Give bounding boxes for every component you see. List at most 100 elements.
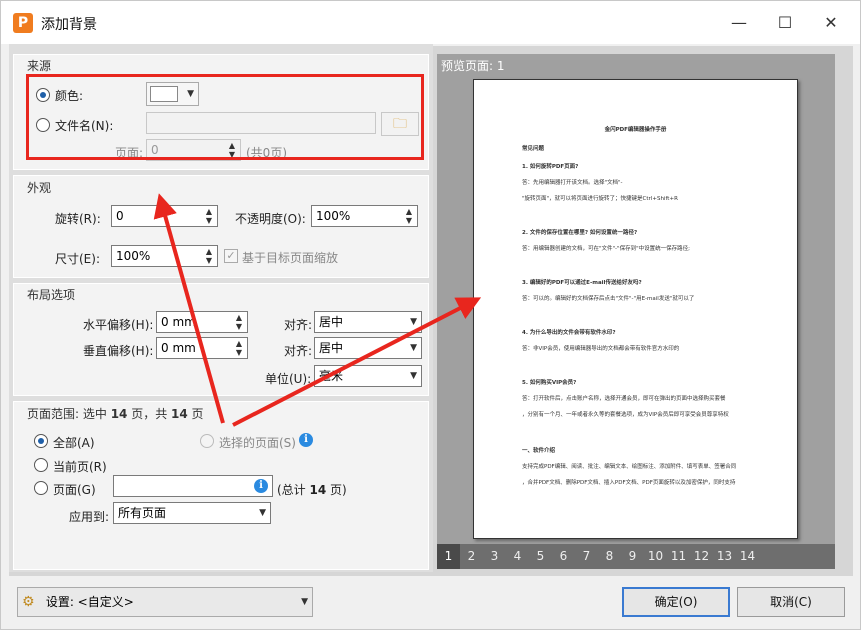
size-label: 尺寸(E): [55, 252, 100, 266]
v-offset-spinner[interactable]: 0 mm ▲ ▼ [156, 337, 248, 359]
layout-heading: 布局选项 [27, 288, 76, 302]
ok-button[interactable]: 确定(O) [622, 587, 730, 617]
preview-line: 常见问题 [522, 146, 545, 152]
spin-arrows-icon: ▲ ▼ [405, 207, 413, 225]
preview-line: 答：非VIP会员，使用编辑器导出的文档都会带有软件官方水印的 [522, 346, 680, 352]
preview-line: 3. 编辑好的PDF可以通过E-mail传送给好友吗? [522, 280, 642, 286]
unit-select[interactable]: 毫米 ▼ [314, 365, 422, 387]
preview-panel: 预览页面: 1 金闪PDF编辑器操作手册 常见问题 1. 如何旋转PDF页面? 答：… [437, 54, 835, 569]
preview-line: 1. 如何旋转PDF页面? [522, 164, 579, 170]
page-number-13[interactable]: 13 [713, 544, 736, 569]
preview-line: 4. 为什么导出的文件会带有软件水印? [522, 330, 616, 336]
align2-value: 居中 [319, 341, 344, 355]
page-number-11[interactable]: 11 [667, 544, 690, 569]
pages-total: (总计 14 页) [277, 481, 347, 498]
scale-label: 基于目标页面缩放 [242, 251, 339, 265]
current-page-label: 当前页(R) [53, 460, 107, 474]
appearance-heading: 外观 [27, 181, 52, 195]
h-offset-spinner[interactable]: 0 mm ▲ ▼ [156, 311, 248, 333]
align2-label: 对齐: [284, 344, 313, 358]
h-offset-label: 水平偏移(H): [83, 318, 154, 332]
selected-pages-radio[interactable] [200, 434, 214, 448]
apply-to-select[interactable]: 所有页面 ▼ [113, 502, 271, 524]
preview-line: ，分别有一个月、一年或者永久等的套餐选项，成为VIP会员后即可享受会员尊享特权 [522, 412, 729, 418]
page-number-8[interactable]: 8 [598, 544, 621, 569]
preview-line: 答：用编辑器创建的文档，可在"文件"-"保存到"中设置统一保存路径; [522, 246, 690, 252]
align1-select[interactable]: 居中 ▼ [314, 311, 422, 333]
all-pages-label: 全部(A) [53, 436, 95, 450]
page-number-7[interactable]: 7 [575, 544, 598, 569]
page-number-12[interactable]: 12 [690, 544, 713, 569]
opacity-value: 100% [316, 209, 351, 223]
close-icon: ✕ [824, 13, 838, 32]
maximize-icon: ☐ [777, 13, 793, 32]
page-number-6[interactable]: 6 [552, 544, 575, 569]
preview-line: "旋转页面"，就可以将页面进行旋转了；快捷键是Ctrl+Shift+R [522, 196, 678, 202]
chevron-down-icon: ▼ [410, 317, 417, 327]
h-offset-value: 0 mm [161, 315, 196, 329]
info-icon[interactable]: i [254, 479, 268, 493]
v-offset-value: 0 mm [161, 341, 196, 355]
page-number-bar: 1 2 3 4 5 6 7 8 9 10 11 12 13 14 [437, 544, 835, 569]
apply-to-value: 所有页面 [118, 506, 167, 520]
opacity-spinner[interactable]: 100% ▲ ▼ [311, 205, 418, 227]
scale-checkbox[interactable]: ✓ [224, 249, 238, 263]
add-background-dialog: P 添加背景 — ☐ ✕ 来源 颜色: ▼ 文件名(N): 🗀 页面: 0 ▲ ▼… [0, 0, 861, 630]
settings-select[interactable]: ⚙ 设置: <自定义> ▼ [17, 587, 313, 617]
spin-arrows-icon: ▲ ▼ [235, 313, 243, 331]
settings-value: 设置: <自定义> [45, 595, 134, 609]
unit-value: 毫米 [319, 369, 344, 383]
preview-line: 答：先用编辑器打开该文档。选择"文档"- [522, 180, 623, 186]
align2-select[interactable]: 居中 ▼ [314, 337, 422, 359]
cancel-button[interactable]: 取消(C) [737, 587, 845, 617]
selected-pages-label: 选择的页面(S) [219, 436, 296, 450]
doc-title: 金闪PDF编辑器操作手册 [604, 127, 667, 133]
pages-total-post: 页) [326, 483, 347, 497]
preview-line: 5. 如何购买VIP会员? [522, 380, 577, 386]
opacity-label: 不透明度(O): [235, 212, 306, 226]
page-number-2[interactable]: 2 [460, 544, 483, 569]
page-number-4[interactable]: 4 [506, 544, 529, 569]
source-heading: 来源 [27, 59, 52, 73]
info-icon[interactable]: i [299, 433, 313, 447]
rotate-value: 0 [116, 209, 124, 223]
chevron-down-icon: ▼ [259, 508, 266, 518]
pages-radio[interactable] [34, 481, 48, 495]
page-number-3[interactable]: 3 [483, 544, 506, 569]
rotate-label: 旋转(R): [55, 212, 101, 226]
page-number-9[interactable]: 9 [621, 544, 644, 569]
chevron-down-icon: ▼ [410, 343, 417, 353]
all-pages-radio[interactable] [34, 434, 48, 448]
checkmark-icon: ✓ [226, 249, 236, 262]
rotate-spinner[interactable]: 0 ▲ ▼ [111, 205, 218, 227]
align1-value: 居中 [319, 315, 344, 329]
gear-icon: ⚙ [22, 594, 35, 610]
spin-arrows-icon: ▲ ▼ [205, 247, 213, 265]
preview-line: 支持完成PDF编辑、阅读、批注、编辑文本、绘图标注、添加附件、填写表单、签署合同 [522, 464, 737, 470]
preview-line: 2. 文件的保存位置在哪里? 如何设置统一路径? [522, 230, 638, 236]
title-bar: P 添加背景 — ☐ ✕ [1, 1, 860, 44]
chevron-down-icon: ▼ [301, 597, 308, 607]
pages-total-pre: (总计 [277, 483, 310, 497]
page-range-heading: 页面范围: 选中 14 页，共 14 页 [27, 405, 204, 423]
pages-input[interactable]: i [113, 475, 273, 497]
size-spinner[interactable]: 100% ▲ ▼ [111, 245, 218, 267]
source-highlight-annotation [26, 74, 424, 160]
preview-title: 预览页面: 1 [441, 59, 505, 73]
app-logo-icon: P [13, 13, 33, 33]
page-number-5[interactable]: 5 [529, 544, 552, 569]
maximize-button[interactable]: ☐ [765, 7, 805, 39]
current-page-radio[interactable] [34, 458, 48, 472]
close-button[interactable]: ✕ [811, 7, 851, 39]
pages-total-num: 14 [309, 483, 327, 497]
page-number-1[interactable]: 1 [437, 544, 460, 569]
range-total-count: 14 [171, 407, 188, 421]
chevron-down-icon: ▼ [410, 371, 417, 381]
page-number-14[interactable]: 14 [736, 544, 759, 569]
minimize-button[interactable]: — [719, 7, 759, 39]
range-selected-count: 14 [110, 407, 128, 421]
range-heading-mid: 页，共 [127, 407, 172, 421]
minimize-icon: — [731, 13, 747, 32]
preview-line: ，合并PDF文档、删除PDF文档、插入PDF文档、PDF页面旋转以及加密保护，同… [522, 480, 736, 486]
page-number-10[interactable]: 10 [644, 544, 667, 569]
